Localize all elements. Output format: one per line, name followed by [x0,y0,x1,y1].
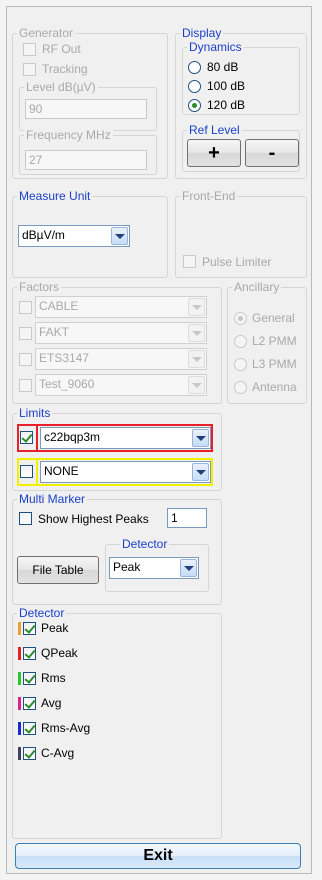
measure-unit-select[interactable]: dBµV/m [18,225,130,247]
limit1-divider [36,424,38,452]
display-title: Display [180,26,224,40]
rms-color-swatch [18,672,21,685]
chevron-down-icon [188,350,205,368]
qpeak-label: QPeak [41,646,78,660]
show-highest-peaks-checkbox[interactable] [19,512,32,525]
c-avg-checkbox[interactable] [23,747,36,760]
ancillary-title: Ancillary [232,280,282,294]
ref-level-title: Ref Level [187,123,242,137]
avg-color-swatch [18,697,21,710]
ancillary-l3pmm-label: L3 PMM [252,357,297,371]
limit1-value: c22bqp3m [44,430,101,444]
level-legend: Level dB(µV) [24,80,98,94]
tracking-checkbox[interactable] [23,63,36,76]
limits-title: Limits [17,406,53,420]
ancillary-general-radio[interactable] [234,312,247,325]
frequency-input[interactable]: 27 [25,150,147,170]
dynamics-100-label: 100 dB [207,79,246,93]
factor-ets3147-value: ETS3147 [39,351,90,365]
chevron-down-icon [111,227,128,245]
pulse-limiter-label: Pulse Limiter [202,255,272,269]
ancillary-l2pmm-label: L2 PMM [252,334,297,348]
ref-level-minus-button[interactable]: - [245,139,299,167]
front-end-title: Front-End [180,189,238,203]
plus-label: + [208,141,220,164]
generator-title: Generator [17,26,76,40]
rms-checkbox[interactable] [23,672,36,685]
chevron-down-icon [192,429,209,447]
dynamics-title: Dynamics [187,40,244,54]
exit-label: Exit [143,847,173,864]
c-avg-label: C-Avg [41,746,75,760]
limit2-divider [36,458,38,486]
chevron-down-icon [188,298,205,316]
rms-avg-color-swatch [18,722,21,735]
chevron-down-icon [188,376,205,394]
level-input[interactable]: 90 [25,99,147,119]
rms-avg-label: Rms-Avg [41,721,91,735]
factor-ets3147-select[interactable]: ETS3147 [35,348,207,370]
limit1-checkbox[interactable] [20,431,33,444]
factor-cable-select[interactable]: CABLE [35,296,207,318]
peak-checkbox[interactable] [23,622,36,635]
rms-label: Rms [41,671,66,685]
avg-label: Avg [41,696,62,710]
detector-title: Detector [17,606,67,620]
minus-label: - [268,141,276,164]
ancillary-l3pmm-radio[interactable] [234,358,247,371]
marker-detector-value: Peak [113,560,141,574]
ancillary-antenna-radio[interactable] [234,381,247,394]
dynamics-80-radio[interactable] [188,61,201,74]
qpeak-color-swatch [18,647,21,660]
factor-cable-checkbox[interactable] [19,301,32,314]
control-panel: Generator RF Out Tracking Level dB(µV) 9… [6,6,312,874]
peak-color-swatch [18,622,21,635]
measure-unit-title: Measure Unit [17,189,93,203]
factor-test9060-value: Test_9060 [39,377,95,391]
limit1-select[interactable]: c22bqp3m [40,427,211,449]
frequency-legend: Frequency MHz [24,128,113,142]
tracking-label: Tracking [42,62,88,76]
factor-test9060-checkbox[interactable] [19,379,32,392]
chevron-down-icon [180,559,197,577]
ancillary-l2pmm-radio[interactable] [234,335,247,348]
peaks-count-input[interactable]: 1 [167,508,207,528]
factor-ets3147-checkbox[interactable] [19,353,32,366]
chevron-down-icon [188,324,205,342]
factor-fakt-checkbox[interactable] [19,327,32,340]
dynamics-120-label: 120 dB [207,98,246,112]
chevron-down-icon [192,463,209,481]
multi-marker-title: Multi Marker [17,492,88,506]
marker-detector-title: Detector [120,537,170,551]
c-avg-color-swatch [18,747,21,760]
avg-checkbox[interactable] [23,697,36,710]
marker-detector-select[interactable]: Peak [109,557,199,579]
limit2-select[interactable]: NONE [40,461,211,483]
pulse-limiter-checkbox[interactable] [183,255,196,268]
exit-button[interactable]: Exit [15,843,301,869]
dynamics-80-label: 80 dB [207,60,239,74]
factor-fakt-select[interactable]: FAKT [35,322,207,344]
show-highest-peaks-label: Show Highest Peaks [38,512,149,526]
file-table-label: File Table [32,563,84,577]
ancillary-antenna-label: Antenna [252,380,297,394]
measure-unit-value: dBµV/m [22,228,65,242]
file-table-button[interactable]: File Table [17,556,99,584]
factors-title: Factors [17,280,62,294]
rf-out-checkbox[interactable] [23,43,36,56]
factor-fakt-value: FAKT [39,325,70,339]
rms-avg-checkbox[interactable] [23,722,36,735]
ancillary-general-label: General [252,311,295,325]
factor-cable-value: CABLE [39,299,79,313]
qpeak-checkbox[interactable] [23,647,36,660]
peak-label: Peak [41,621,69,635]
limit2-value: NONE [44,464,79,478]
limit2-checkbox[interactable] [20,465,33,478]
rf-out-label: RF Out [42,42,81,56]
factor-test9060-select[interactable]: Test_9060 [35,374,207,396]
dynamics-100-radio[interactable] [188,80,201,93]
dynamics-120-radio[interactable] [188,99,201,112]
ref-level-plus-button[interactable]: + [187,139,241,167]
